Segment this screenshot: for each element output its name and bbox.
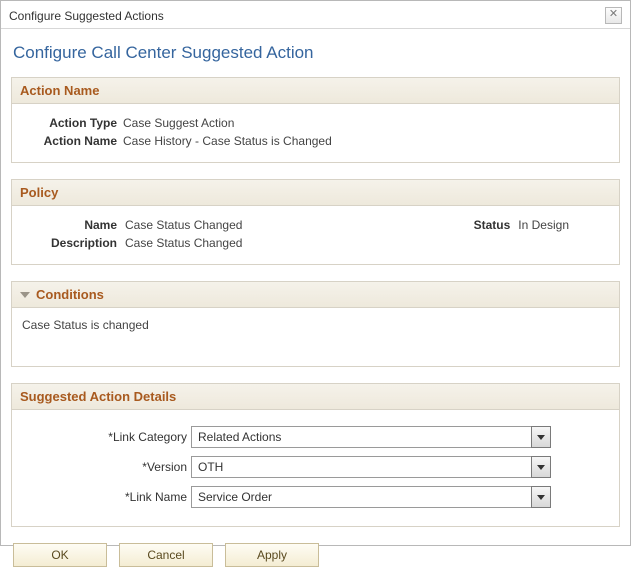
value-action-name: Case History - Case Status is Changed (123, 134, 332, 148)
group-policy: Policy Name Case Status Changed Status I… (11, 179, 620, 265)
label-policy-name: Name (22, 218, 125, 232)
chevron-down-icon (537, 435, 545, 440)
row-action-name: Action Name Case History - Case Status i… (22, 134, 609, 148)
row-policy-name: Name Case Status Changed Status In Desig… (22, 218, 609, 232)
close-icon[interactable]: ✕ (605, 7, 622, 24)
select-value-link-category: Related Actions (191, 426, 531, 448)
page-title: Configure Call Center Suggested Action (13, 43, 620, 63)
label-link-category: *Link Category (22, 430, 191, 444)
group-body-details: *Link Category Related Actions *Version … (12, 410, 619, 526)
row-link-name: *Link Name Service Order (22, 486, 609, 508)
content-area: Configure Call Center Suggested Action A… (1, 29, 630, 577)
cancel-button[interactable]: Cancel (119, 543, 213, 567)
group-heading-details: Suggested Action Details (12, 384, 619, 410)
heading-text-conditions: Conditions (36, 287, 104, 302)
value-policy-name: Case Status Changed (125, 218, 242, 232)
row-policy-description: Description Case Status Changed (22, 236, 609, 250)
select-value-link-name: Service Order (191, 486, 531, 508)
group-body-action-name: Action Type Case Suggest Action Action N… (12, 104, 619, 162)
value-action-type: Case Suggest Action (123, 116, 234, 130)
chevron-down-icon (537, 465, 545, 470)
select-version[interactable]: OTH (191, 456, 551, 478)
apply-button[interactable]: Apply (225, 543, 319, 567)
select-link-name[interactable]: Service Order (191, 486, 551, 508)
row-policy-status: Status In Design (474, 218, 609, 232)
group-body-policy: Name Case Status Changed Status In Desig… (12, 206, 619, 264)
chevron-down-icon (537, 495, 545, 500)
value-policy-status: In Design (518, 218, 569, 232)
row-version: *Version OTH (22, 456, 609, 478)
collapse-icon (20, 292, 30, 298)
window-title: Configure Suggested Actions (9, 9, 164, 23)
titlebar: Configure Suggested Actions ✕ (1, 1, 630, 29)
dropdown-button-version[interactable] (531, 456, 551, 478)
dropdown-button-link-name[interactable] (531, 486, 551, 508)
value-policy-description: Case Status Changed (125, 236, 242, 250)
group-heading-conditions[interactable]: Conditions (12, 282, 619, 308)
group-conditions: Conditions Case Status is changed (11, 281, 620, 367)
dropdown-button-link-category[interactable] (531, 426, 551, 448)
label-policy-status: Status (474, 218, 511, 232)
ok-button[interactable]: OK (13, 543, 107, 567)
row-action-type: Action Type Case Suggest Action (22, 116, 609, 130)
label-policy-description: Description (22, 236, 125, 250)
group-heading-policy: Policy (12, 180, 619, 206)
label-action-type: Action Type (22, 116, 123, 130)
group-body-conditions: Case Status is changed (12, 308, 619, 366)
select-link-category[interactable]: Related Actions (191, 426, 551, 448)
conditions-text: Case Status is changed (22, 318, 149, 332)
button-bar: OK Cancel Apply (11, 543, 620, 567)
label-version: *Version (22, 460, 191, 474)
label-action-name: Action Name (22, 134, 123, 148)
group-action-name: Action Name Action Type Case Suggest Act… (11, 77, 620, 163)
modal-window: Configure Suggested Actions ✕ Configure … (0, 0, 631, 546)
select-value-version: OTH (191, 456, 531, 478)
group-suggested-details: Suggested Action Details *Link Category … (11, 383, 620, 527)
group-heading-action-name: Action Name (12, 78, 619, 104)
row-link-category: *Link Category Related Actions (22, 426, 609, 448)
label-link-name: *Link Name (22, 490, 191, 504)
